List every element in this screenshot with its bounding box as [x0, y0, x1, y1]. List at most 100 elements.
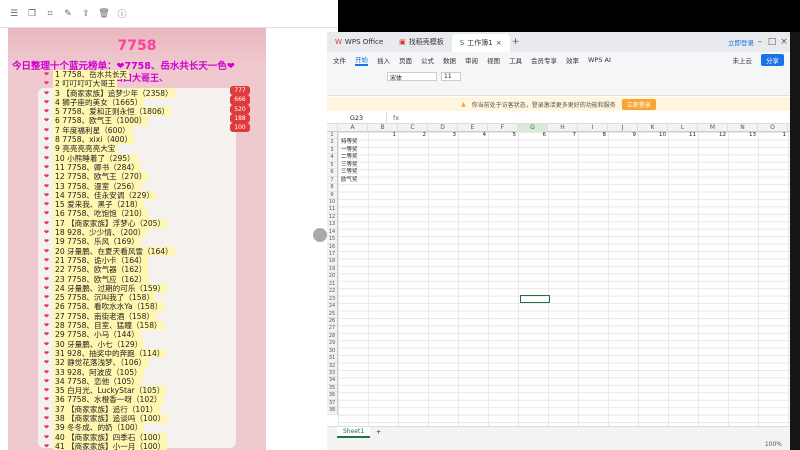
menu-item[interactable]: 工具: [509, 55, 522, 65]
column-header[interactable]: K: [638, 124, 668, 132]
share-button[interactable]: 分享: [761, 54, 784, 66]
minimize-icon[interactable]: –: [754, 37, 766, 47]
row-header[interactable]: 11: [327, 206, 337, 214]
share-icon[interactable]: ⇪: [80, 8, 92, 20]
crop-icon[interactable]: ⌗: [44, 8, 56, 20]
row-header[interactable]: 19: [327, 266, 337, 274]
info-icon[interactable]: ⓘ: [116, 8, 128, 20]
column-header[interactable]: O: [758, 124, 788, 132]
column-header[interactable]: N: [728, 124, 758, 132]
row-header[interactable]: 15: [327, 236, 337, 244]
row-header[interactable]: 14: [327, 229, 337, 237]
menu-item[interactable]: 开始: [355, 54, 368, 66]
cell-grid[interactable]: [338, 132, 790, 426]
row-header[interactable]: 33: [327, 370, 337, 378]
row-header[interactable]: 6: [327, 169, 337, 177]
menu-item[interactable]: 数据: [443, 55, 456, 65]
menu-item[interactable]: 效率: [566, 55, 579, 65]
column-header[interactable]: B: [368, 124, 398, 132]
column-header[interactable]: A: [338, 124, 368, 132]
row-header[interactable]: 22: [327, 288, 337, 296]
column-header[interactable]: C: [398, 124, 428, 132]
row-header[interactable]: 31: [327, 355, 337, 363]
close-icon[interactable]: ×: [496, 39, 502, 47]
row-header[interactable]: 32: [327, 363, 337, 370]
column-header[interactable]: H: [548, 124, 578, 132]
row-header[interactable]: 24: [327, 303, 337, 311]
row-header[interactable]: 18: [327, 258, 337, 266]
name-box[interactable]: G23: [327, 111, 387, 124]
row-header[interactable]: 25: [327, 311, 337, 318]
row-header[interactable]: 3: [327, 147, 337, 155]
row-header[interactable]: 27: [327, 325, 337, 333]
row-header[interactable]: 38: [327, 407, 337, 415]
menu-icon[interactable]: ☰: [8, 8, 20, 20]
formula-input[interactable]: [405, 112, 790, 124]
sheet-icon: S: [459, 39, 465, 47]
row-header[interactable]: 34: [327, 377, 337, 385]
row-header[interactable]: 5: [327, 162, 337, 170]
copy-icon[interactable]: ❐: [26, 8, 38, 20]
add-sheet-icon[interactable]: +: [376, 429, 381, 436]
row-header[interactable]: 12: [327, 214, 337, 222]
menu-item[interactable]: 视图: [487, 55, 500, 65]
collapse-handle[interactable]: [313, 228, 327, 242]
row-header[interactable]: 35: [327, 385, 337, 393]
edit-icon[interactable]: ✎: [62, 8, 74, 20]
maximize-icon[interactable]: □: [766, 37, 778, 47]
column-header[interactable]: G: [518, 124, 548, 132]
spreadsheet-grid[interactable]: ABCDEFGHIJKLMNO 1 2 3 4 5 6 7 8 9 10 11 12 13 14 15 16 1…: [327, 124, 790, 426]
row-header[interactable]: 4: [327, 154, 337, 162]
new-tab-icon[interactable]: +: [510, 37, 522, 47]
column-header[interactable]: L: [668, 124, 698, 132]
column-header[interactable]: J: [608, 124, 638, 132]
row-header[interactable]: 21: [327, 281, 337, 289]
menu-item[interactable]: 文件: [333, 55, 346, 65]
login-link[interactable]: 立即登录: [728, 37, 754, 47]
row-header[interactable]: 26: [327, 318, 337, 326]
column-headers: ABCDEFGHIJKLMNO: [327, 124, 790, 132]
row-header[interactable]: 20: [327, 273, 337, 281]
menu-item[interactable]: 审阅: [465, 55, 478, 65]
close-window-icon[interactable]: ×: [778, 37, 790, 47]
login-button[interactable]: 立即登录: [621, 98, 656, 110]
row-header[interactable]: 1: [327, 132, 337, 140]
cloud-status[interactable]: 未上云: [733, 55, 753, 65]
row-header[interactable]: 37: [327, 400, 337, 408]
column-header[interactable]: I: [578, 124, 608, 132]
rank-text: 10 小熊睡着了（295）: [53, 153, 137, 163]
row-header[interactable]: 2: [327, 139, 337, 147]
row-header[interactable]: 23: [327, 296, 337, 304]
delete-icon[interactable]: 🗑: [98, 8, 110, 20]
zoom-level[interactable]: 100%: [765, 441, 782, 448]
column-header[interactable]: E: [458, 124, 488, 132]
column-header[interactable]: M: [698, 124, 728, 132]
menu-item[interactable]: WPS AI: [588, 56, 611, 64]
selected-cell[interactable]: [520, 295, 550, 303]
rank-row: ❤ 16 7758、吃饱饱（210）: [44, 209, 244, 219]
row-header[interactable]: 13: [327, 221, 337, 229]
tab-templates[interactable]: ▣ 找稻壳模板: [391, 34, 452, 50]
tab-workbook[interactable]: S 工作簿1 ×: [451, 34, 510, 52]
menu-item[interactable]: 插入: [377, 55, 390, 65]
menu-item[interactable]: 会员专享: [531, 55, 557, 65]
row-header[interactable]: 30: [327, 348, 337, 356]
row-header[interactable]: 16: [327, 244, 337, 251]
menu-item[interactable]: 页面: [399, 55, 412, 65]
menu-item[interactable]: 公式: [421, 55, 434, 65]
row-header[interactable]: 17: [327, 251, 337, 259]
row-header[interactable]: 8: [327, 184, 337, 192]
font-size-select[interactable]: 11: [441, 72, 461, 81]
corner-cell[interactable]: [327, 124, 338, 132]
column-header[interactable]: D: [428, 124, 458, 132]
row-header[interactable]: 29: [327, 340, 337, 348]
tab-wps-office[interactable]: W WPS Office: [327, 34, 391, 50]
row-header[interactable]: 36: [327, 392, 337, 400]
row-header[interactable]: 10: [327, 199, 337, 207]
row-header[interactable]: 9: [327, 192, 337, 199]
column-header[interactable]: F: [488, 124, 518, 132]
sheet-tab[interactable]: Sheet1: [337, 427, 371, 438]
row-header[interactable]: 7: [327, 177, 337, 185]
row-header[interactable]: 28: [327, 333, 337, 341]
font-name-select[interactable]: 宋体: [387, 72, 437, 82]
